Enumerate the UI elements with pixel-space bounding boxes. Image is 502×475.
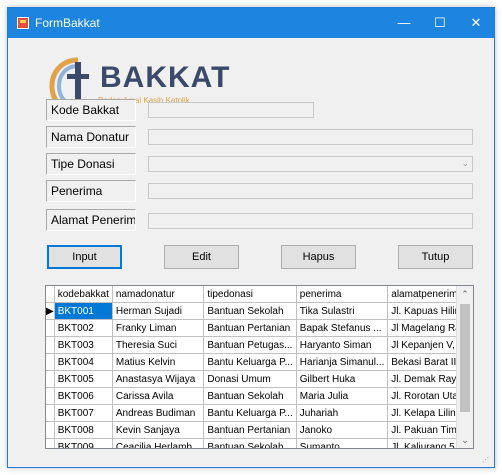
table-cell[interactable]: BKT006: [54, 387, 113, 405]
current-row-marker-icon: ▶: [46, 302, 55, 320]
table-row[interactable]: BKT006 Carissa Avila Bantuan Sekolah Mar…: [46, 387, 473, 405]
column-header[interactable]: namadonatur: [112, 286, 205, 303]
hapus-button[interactable]: Hapus: [281, 245, 356, 269]
row-header-corner: [46, 286, 55, 303]
table-row[interactable]: ▶ BKT001 Herman Sujadi Bantuan Sekolah T…: [46, 302, 473, 320]
penerima-input[interactable]: [148, 183, 473, 199]
vertical-scrollbar[interactable]: ⌃ ⌄: [456, 286, 473, 448]
table-cell[interactable]: BKT001: [54, 302, 113, 320]
minimize-button[interactable]: —: [386, 8, 422, 38]
form-window: FormBakkat — ☐ ✕ BAKKAT Badan Amal Kasih…: [7, 7, 495, 468]
table-cell[interactable]: Sumanto: [296, 438, 389, 448]
row-header[interactable]: [46, 336, 55, 354]
table-cell[interactable]: BKT007: [54, 404, 113, 422]
table-cell[interactable]: Bantuan Pertanian: [203, 319, 297, 337]
logo-name: BAKKAT: [100, 61, 231, 94]
table-cell[interactable]: BKT004: [54, 353, 113, 371]
scroll-thumb[interactable]: [460, 304, 470, 412]
resize-grip-icon[interactable]: ⋰: [482, 456, 490, 464]
alamat-penerima-input[interactable]: [148, 213, 473, 229]
row-header[interactable]: [46, 370, 55, 388]
column-header[interactable]: kodebakkat: [54, 286, 113, 303]
input-button[interactable]: Input: [47, 245, 122, 269]
row-header[interactable]: [46, 353, 55, 371]
table-cell[interactable]: Tika Sulastri: [296, 302, 389, 320]
table-cell[interactable]: BKT005: [54, 370, 113, 388]
app-icon: [17, 17, 29, 29]
table-cell[interactable]: Franky Liman: [112, 319, 205, 337]
table-cell[interactable]: BKT008: [54, 421, 113, 439]
table-cell[interactable]: Juhariah: [296, 404, 389, 422]
close-button[interactable]: ✕: [458, 8, 494, 38]
table-cell[interactable]: Harianja Simanul...: [296, 353, 389, 371]
row-header[interactable]: [46, 319, 55, 337]
alamat-penerima-label: Alamat Penerima: [46, 209, 136, 231]
column-header[interactable]: penerima: [296, 286, 389, 303]
table-cell[interactable]: Andreas Budiman: [112, 404, 205, 422]
tipe-donasi-select[interactable]: ⌄: [148, 156, 473, 172]
chevron-down-icon[interactable]: ⌄: [461, 158, 469, 169]
table-cell[interactable]: Bantuan Pertanian: [203, 421, 297, 439]
table-cell[interactable]: Maria Julia: [296, 387, 389, 405]
table-cell[interactable]: Bantuan Sekolah: [203, 302, 297, 320]
row-header[interactable]: [46, 438, 55, 448]
table-cell[interactable]: Bantu Keluarga P...: [203, 404, 297, 422]
table-cell[interactable]: Ceacilia Herlamb...: [112, 438, 205, 448]
nama-donatur-input[interactable]: [148, 129, 473, 145]
maximize-button[interactable]: ☐: [422, 8, 458, 38]
table-cell[interactable]: Kevin Sanjaya: [112, 421, 205, 439]
table-cell[interactable]: BKT002: [54, 319, 113, 337]
table-cell[interactable]: Herman Sujadi: [112, 302, 205, 320]
row-header[interactable]: [46, 421, 55, 439]
table-cell[interactable]: Bantuan Petugas...: [203, 336, 297, 354]
table-cell[interactable]: Donasi Umum: [203, 370, 297, 388]
title-bar[interactable]: FormBakkat — ☐ ✕: [8, 8, 494, 38]
table-cell[interactable]: Bantuan Sekolah: [203, 387, 297, 405]
table-cell[interactable]: Anastasya Wijaya: [112, 370, 205, 388]
table-row[interactable]: BKT009 Ceacilia Herlamb... Bantuan Sekol…: [46, 438, 473, 448]
nama-donatur-label: Nama Donatur: [46, 126, 136, 148]
table-cell[interactable]: BKT003: [54, 336, 113, 354]
table-cell[interactable]: Janoko: [296, 421, 389, 439]
scroll-up-icon[interactable]: ⌃: [457, 286, 473, 302]
header-row: kodebakkat namadonatur tipedonasi peneri…: [46, 286, 473, 303]
data-table: kodebakkat namadonatur tipedonasi peneri…: [46, 286, 473, 448]
table-cell[interactable]: Bantuan Sekolah: [203, 438, 297, 448]
scroll-down-icon[interactable]: ⌄: [457, 432, 473, 448]
table-cell[interactable]: Bapak Stefanus ...: [296, 319, 389, 337]
table-row[interactable]: BKT002 Franky Liman Bantuan Pertanian Ba…: [46, 319, 473, 337]
tipe-donasi-label: Tipe Donasi: [46, 153, 136, 175]
table-cell[interactable]: Matius Kelvin: [112, 353, 205, 371]
row-header[interactable]: [46, 404, 55, 422]
row-header[interactable]: [46, 387, 55, 405]
penerima-label: Penerima: [46, 180, 136, 202]
table-cell[interactable]: Carissa Avila: [112, 387, 205, 405]
edit-button[interactable]: Edit: [164, 245, 239, 269]
table-cell[interactable]: Theresia Suci: [112, 336, 205, 354]
column-header[interactable]: tipedonasi: [203, 286, 297, 303]
window-title: FormBakkat: [35, 16, 100, 30]
kode-bakkat-input[interactable]: [148, 102, 314, 118]
table-cell[interactable]: BKT009: [54, 438, 113, 448]
table-row[interactable]: BKT007 Andreas Budiman Bantu Keluarga P.…: [46, 404, 473, 422]
table-row[interactable]: BKT005 Anastasya Wijaya Donasi Umum Gilb…: [46, 370, 473, 388]
table-row[interactable]: BKT004 Matius Kelvin Bantu Keluarga P...…: [46, 353, 473, 371]
table-cell[interactable]: Gilbert Huka: [296, 370, 389, 388]
data-grid[interactable]: kodebakkat namadonatur tipedonasi peneri…: [45, 285, 474, 449]
table-cell[interactable]: Haryanto Siman: [296, 336, 389, 354]
table-row[interactable]: BKT008 Kevin Sanjaya Bantuan Pertanian J…: [46, 421, 473, 439]
kode-bakkat-label: Kode Bakkat: [46, 99, 136, 121]
tutup-button[interactable]: Tutup: [398, 245, 473, 269]
table-cell[interactable]: Bantu Keluarga P...: [203, 353, 297, 371]
table-row[interactable]: BKT003 Theresia Suci Bantuan Petugas... …: [46, 336, 473, 354]
